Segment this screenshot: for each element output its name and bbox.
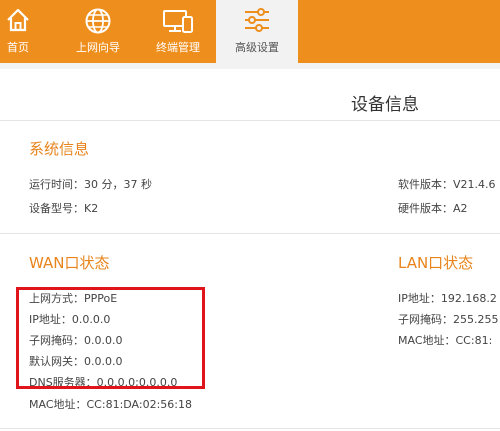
section-divider	[0, 233, 500, 234]
software-version-text: 软件版本：V21.4.6	[398, 178, 496, 191]
devices-icon	[163, 10, 193, 33]
nav-underline	[0, 63, 500, 69]
nav-advanced-settings-label: 高级设置	[235, 41, 279, 54]
page-title: 设备信息	[351, 95, 419, 115]
title-divider	[0, 120, 500, 121]
uptime-text: 运行时间：30 分，37 秒	[29, 178, 152, 191]
lan-status-title: LAN口状态	[398, 254, 474, 272]
globe-icon	[85, 8, 111, 34]
hardware-version-text: 硬件版本：A2	[398, 202, 468, 215]
nav-home-label: 首页	[7, 41, 29, 54]
nav-internet-wizard-label: 上网向导	[76, 41, 120, 54]
wan-status-title: WAN口状态	[29, 254, 110, 272]
top-navigation: 首页 上网向导 终端管理 高级设置	[0, 0, 500, 63]
lan-ip-text: IP地址：192.168.2	[398, 292, 497, 305]
system-info-title: 系统信息	[29, 140, 90, 158]
nav-internet-wizard[interactable]: 上网向导	[60, 0, 136, 63]
nav-terminal-management[interactable]: 终端管理	[140, 0, 216, 63]
sliders-icon	[245, 8, 269, 32]
home-icon	[7, 8, 29, 32]
lan-mac-text: MAC地址：CC:81:	[398, 334, 493, 347]
bottom-divider	[0, 428, 500, 429]
device-model-text: 设备型号：K2	[29, 202, 99, 215]
lan-subnet-mask-text: 子网掩码：255.255	[398, 313, 499, 326]
wan-mac-text: MAC地址：CC:81:DA:02:56:18	[29, 398, 192, 411]
nav-advanced-settings[interactable]: 高级设置	[216, 0, 298, 63]
nav-home[interactable]: 首页	[0, 0, 36, 63]
nav-terminal-management-label: 终端管理	[156, 41, 200, 54]
highlight-box	[16, 287, 205, 389]
